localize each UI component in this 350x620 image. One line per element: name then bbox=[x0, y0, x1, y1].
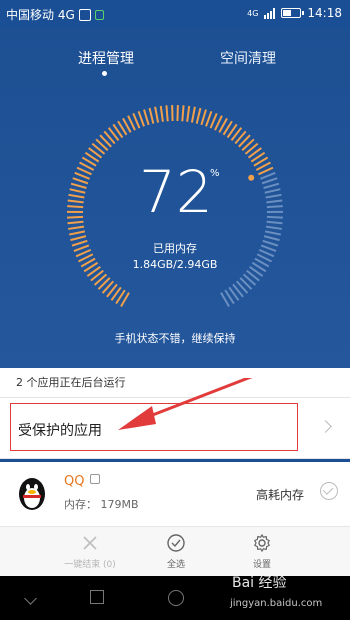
gauge-tick bbox=[148, 107, 155, 124]
app-memory: 内存： 179MB bbox=[64, 498, 139, 511]
status-left: 中国移动 4G bbox=[6, 6, 104, 23]
memory-value: 1.84GB/2.94GB bbox=[132, 258, 218, 271]
active-tab-indicator bbox=[102, 71, 107, 76]
status-right: 4G 14:18 bbox=[247, 6, 342, 20]
gauge-tick bbox=[265, 225, 282, 230]
gauge-tick bbox=[67, 215, 84, 219]
gauge-tick bbox=[69, 188, 86, 194]
status-message: 手机状态不错，继续保持 bbox=[114, 332, 236, 345]
app-list-item[interactable]: QQ 内存： 179MB 高耗内存 bbox=[0, 462, 350, 527]
gauge-tick bbox=[264, 188, 281, 194]
image-icon bbox=[78, 8, 91, 21]
select-check-icon[interactable] bbox=[320, 482, 338, 500]
end-all-label: 一键结束 (0) bbox=[64, 560, 116, 570]
gauge-tick bbox=[266, 199, 283, 204]
protected-apps-label: 受保护的应用 bbox=[18, 423, 102, 439]
watermark-url: jingyan.baidu.com bbox=[230, 598, 323, 609]
gauge-tick bbox=[72, 177, 89, 185]
gauge-tick bbox=[74, 171, 90, 180]
gauge-tick bbox=[67, 199, 84, 204]
gauge-tick bbox=[264, 230, 282, 236]
gear-icon bbox=[253, 533, 271, 553]
gauge-tick bbox=[68, 193, 85, 199]
signal-icon bbox=[264, 7, 276, 19]
app-name: QQ bbox=[64, 474, 85, 489]
gauge-tick bbox=[68, 225, 85, 230]
select-all-button[interactable]: 全选 bbox=[146, 533, 206, 570]
close-icon bbox=[83, 536, 97, 550]
gauge-tick bbox=[200, 109, 207, 126]
gauge-tick bbox=[68, 230, 86, 236]
gauge-tick bbox=[266, 205, 283, 209]
gauge-tick bbox=[132, 112, 141, 129]
percent-sign: % bbox=[210, 168, 220, 179]
end-all-button[interactable]: 一键结束 (0) bbox=[60, 533, 120, 570]
settings-button[interactable]: 设置 bbox=[232, 533, 292, 570]
memory-label: 已用内存 bbox=[153, 242, 197, 255]
tab-process-management[interactable]: 进程管理 bbox=[78, 48, 134, 68]
gauge-tick bbox=[263, 182, 280, 189]
gauge-tick bbox=[70, 182, 87, 189]
network-type: 4G bbox=[247, 8, 259, 18]
gauge-tick bbox=[265, 193, 282, 199]
gauge-tick bbox=[165, 105, 169, 122]
gauge-tick bbox=[186, 105, 191, 122]
battery-icon bbox=[281, 8, 305, 18]
memory-panel: 进程管理 空间清理 72 % 已用内存 1.84GB/2.94GB 手机状态不错… bbox=[0, 28, 350, 368]
gauge-tick bbox=[154, 106, 160, 123]
settings-label: 设置 bbox=[252, 560, 271, 570]
clock: 14:18 bbox=[307, 6, 342, 20]
gauge-tick bbox=[266, 215, 283, 219]
carrier-label: 中国移动 4G bbox=[6, 8, 75, 22]
gauge-tick bbox=[143, 109, 150, 126]
gauge-tick bbox=[195, 107, 202, 124]
watermark-logo: Bai 经验 bbox=[232, 575, 287, 591]
chevron-right-icon bbox=[319, 420, 332, 433]
gauge-tick bbox=[266, 220, 283, 225]
qq-penguin-icon bbox=[19, 478, 45, 510]
recent-apps-icon[interactable] bbox=[90, 590, 104, 604]
gauge-tick bbox=[137, 110, 145, 127]
app-memory-tag: 高耗内存 bbox=[256, 488, 305, 502]
tab-space-cleanup[interactable]: 空间清理 bbox=[220, 48, 276, 68]
gauge-tick bbox=[205, 110, 213, 127]
gauge-tick bbox=[260, 171, 276, 180]
tab-bar: 进程管理 空间清理 bbox=[0, 38, 350, 76]
status-bar: 中国移动 4G 4G 14:18 bbox=[0, 0, 350, 28]
protected-apps-row[interactable]: 受保护的应用 bbox=[0, 378, 350, 459]
back-icon[interactable] bbox=[24, 592, 37, 605]
background-apps-info: 2 个应用正在后台运行 bbox=[0, 368, 350, 398]
memory-percent: 72 bbox=[139, 158, 213, 226]
gauge-tick bbox=[209, 112, 218, 129]
gauge-tick bbox=[190, 106, 196, 123]
lock-icon bbox=[94, 9, 104, 20]
action-toolbar: 一键结束 (0) 全选 设置 bbox=[0, 526, 350, 577]
gauge-marker bbox=[248, 174, 255, 181]
gauge-tick bbox=[67, 205, 84, 209]
gauge-tick bbox=[67, 220, 84, 225]
select-all-label: 全选 bbox=[166, 560, 185, 570]
home-icon[interactable] bbox=[168, 590, 184, 606]
gauge-tick bbox=[261, 177, 278, 185]
lock-icon bbox=[90, 474, 100, 484]
gauge-tick bbox=[159, 105, 164, 122]
gauge-tick bbox=[181, 105, 185, 122]
check-circle-icon bbox=[167, 534, 185, 552]
